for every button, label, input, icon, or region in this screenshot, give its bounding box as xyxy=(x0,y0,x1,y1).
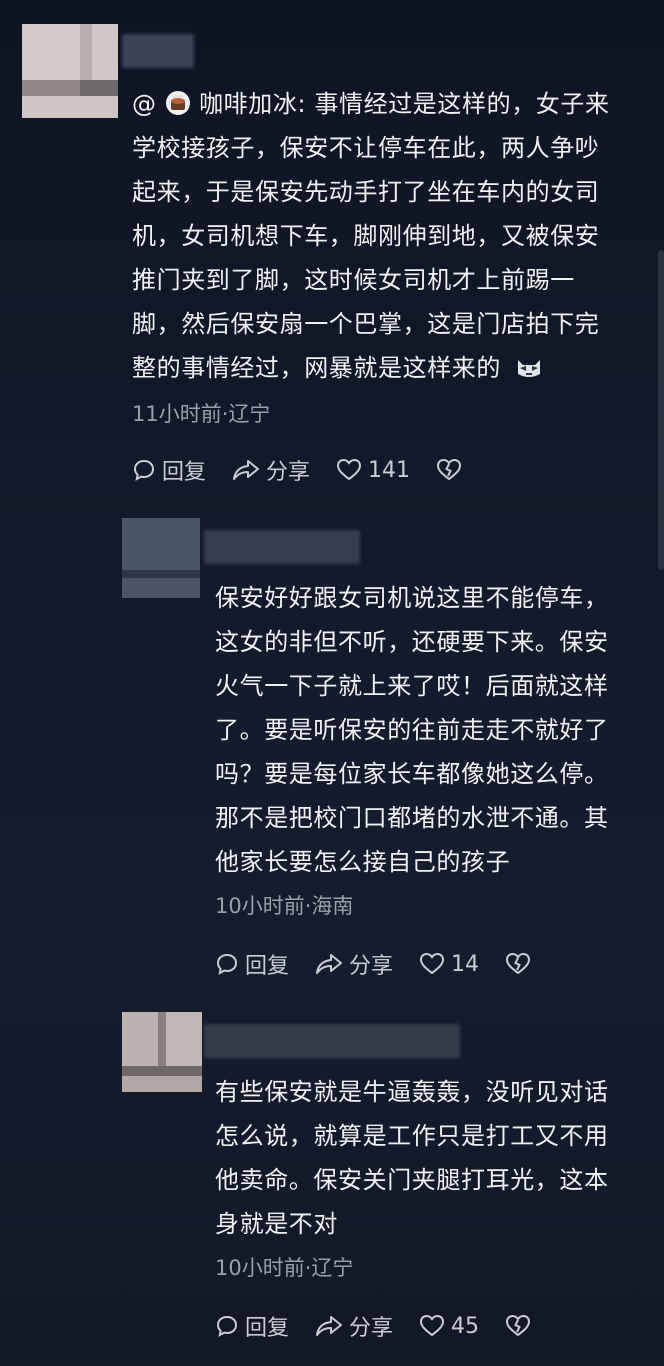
comment-3: 有些保安就是牛逼轰轰，没听见对话 怎么说，就算是工作只是打工又不用 他卖命。保安… xyxy=(0,1000,664,1366)
action-bar: 回复 分享 45 xyxy=(215,1310,563,1342)
avatar[interactable] xyxy=(122,1012,202,1092)
share-button[interactable]: 分享 xyxy=(315,948,393,980)
comment-meta: 10小时前·辽宁 xyxy=(215,1256,354,1280)
comment-meta: 10小时前·海南 xyxy=(215,894,354,918)
like-button[interactable]: 14 xyxy=(419,952,479,977)
username-redacted[interactable] xyxy=(204,1024,460,1058)
dislike-button[interactable] xyxy=(505,1314,537,1338)
like-button[interactable]: 45 xyxy=(419,1314,479,1339)
share-button[interactable]: 分享 xyxy=(232,454,310,486)
speech-bubble-icon xyxy=(216,953,238,975)
broken-heart-icon xyxy=(506,1314,531,1337)
heart-icon xyxy=(420,952,445,975)
share-arrow-icon xyxy=(233,460,260,480)
like-count: 45 xyxy=(451,1313,480,1339)
broken-heart-icon xyxy=(506,952,531,975)
mention-name[interactable]: 咖啡加冰: xyxy=(199,90,306,118)
broken-heart-icon xyxy=(437,458,462,481)
comment-text: 保安好好跟女司机说这里不能停车， 这女的非但不听，还硬要下来。保安 火气一下子就… xyxy=(215,584,609,876)
avatar[interactable] xyxy=(22,24,118,118)
action-bar: 回复 分享 141 xyxy=(132,454,494,486)
comment-text: 有些保安就是牛逼轰轰，没听见对话 怎么说，就算是工作只是打工又不用 他卖命。保安… xyxy=(215,1078,609,1238)
mention-at: @ xyxy=(132,90,157,118)
cake-cup-emoji-icon xyxy=(165,91,190,115)
heart-icon xyxy=(420,1314,445,1337)
dislike-button[interactable] xyxy=(436,458,468,482)
speech-bubble-icon xyxy=(133,459,155,481)
like-count: 14 xyxy=(451,951,480,977)
share-arrow-icon xyxy=(316,954,343,974)
comment-1: @ 咖啡加冰: 事情经过是这样的，女子来 学校接孩子，保安不让停车在此，两人争吵… xyxy=(0,0,664,500)
cat-face-emoji-icon xyxy=(518,360,541,377)
reply-button[interactable]: 回复 xyxy=(215,1310,289,1342)
reply-button[interactable]: 回复 xyxy=(132,454,206,486)
reply-button[interactable]: 回复 xyxy=(215,948,289,980)
like-button[interactable]: 141 xyxy=(336,458,410,483)
comment-text: @ 咖啡加冰: 事情经过是这样的，女子来 学校接孩子，保安不让停车在此，两人争吵… xyxy=(132,90,610,382)
username-redacted[interactable] xyxy=(204,530,360,564)
dislike-button[interactable] xyxy=(505,952,537,976)
comment-2: 保安好好跟女司机说这里不能停车， 这女的非但不听，还硬要下来。保安 火气一下子就… xyxy=(0,500,664,1000)
action-bar: 回复 分享 14 xyxy=(215,948,563,980)
speech-bubble-icon xyxy=(216,1315,238,1337)
heart-icon xyxy=(337,458,362,481)
avatar[interactable] xyxy=(122,518,200,598)
username-redacted[interactable] xyxy=(122,34,194,68)
like-count: 141 xyxy=(368,457,411,483)
share-arrow-icon xyxy=(316,1316,343,1336)
share-button[interactable]: 分享 xyxy=(315,1310,393,1342)
comment-meta: 11小时前·辽宁 xyxy=(132,402,271,426)
